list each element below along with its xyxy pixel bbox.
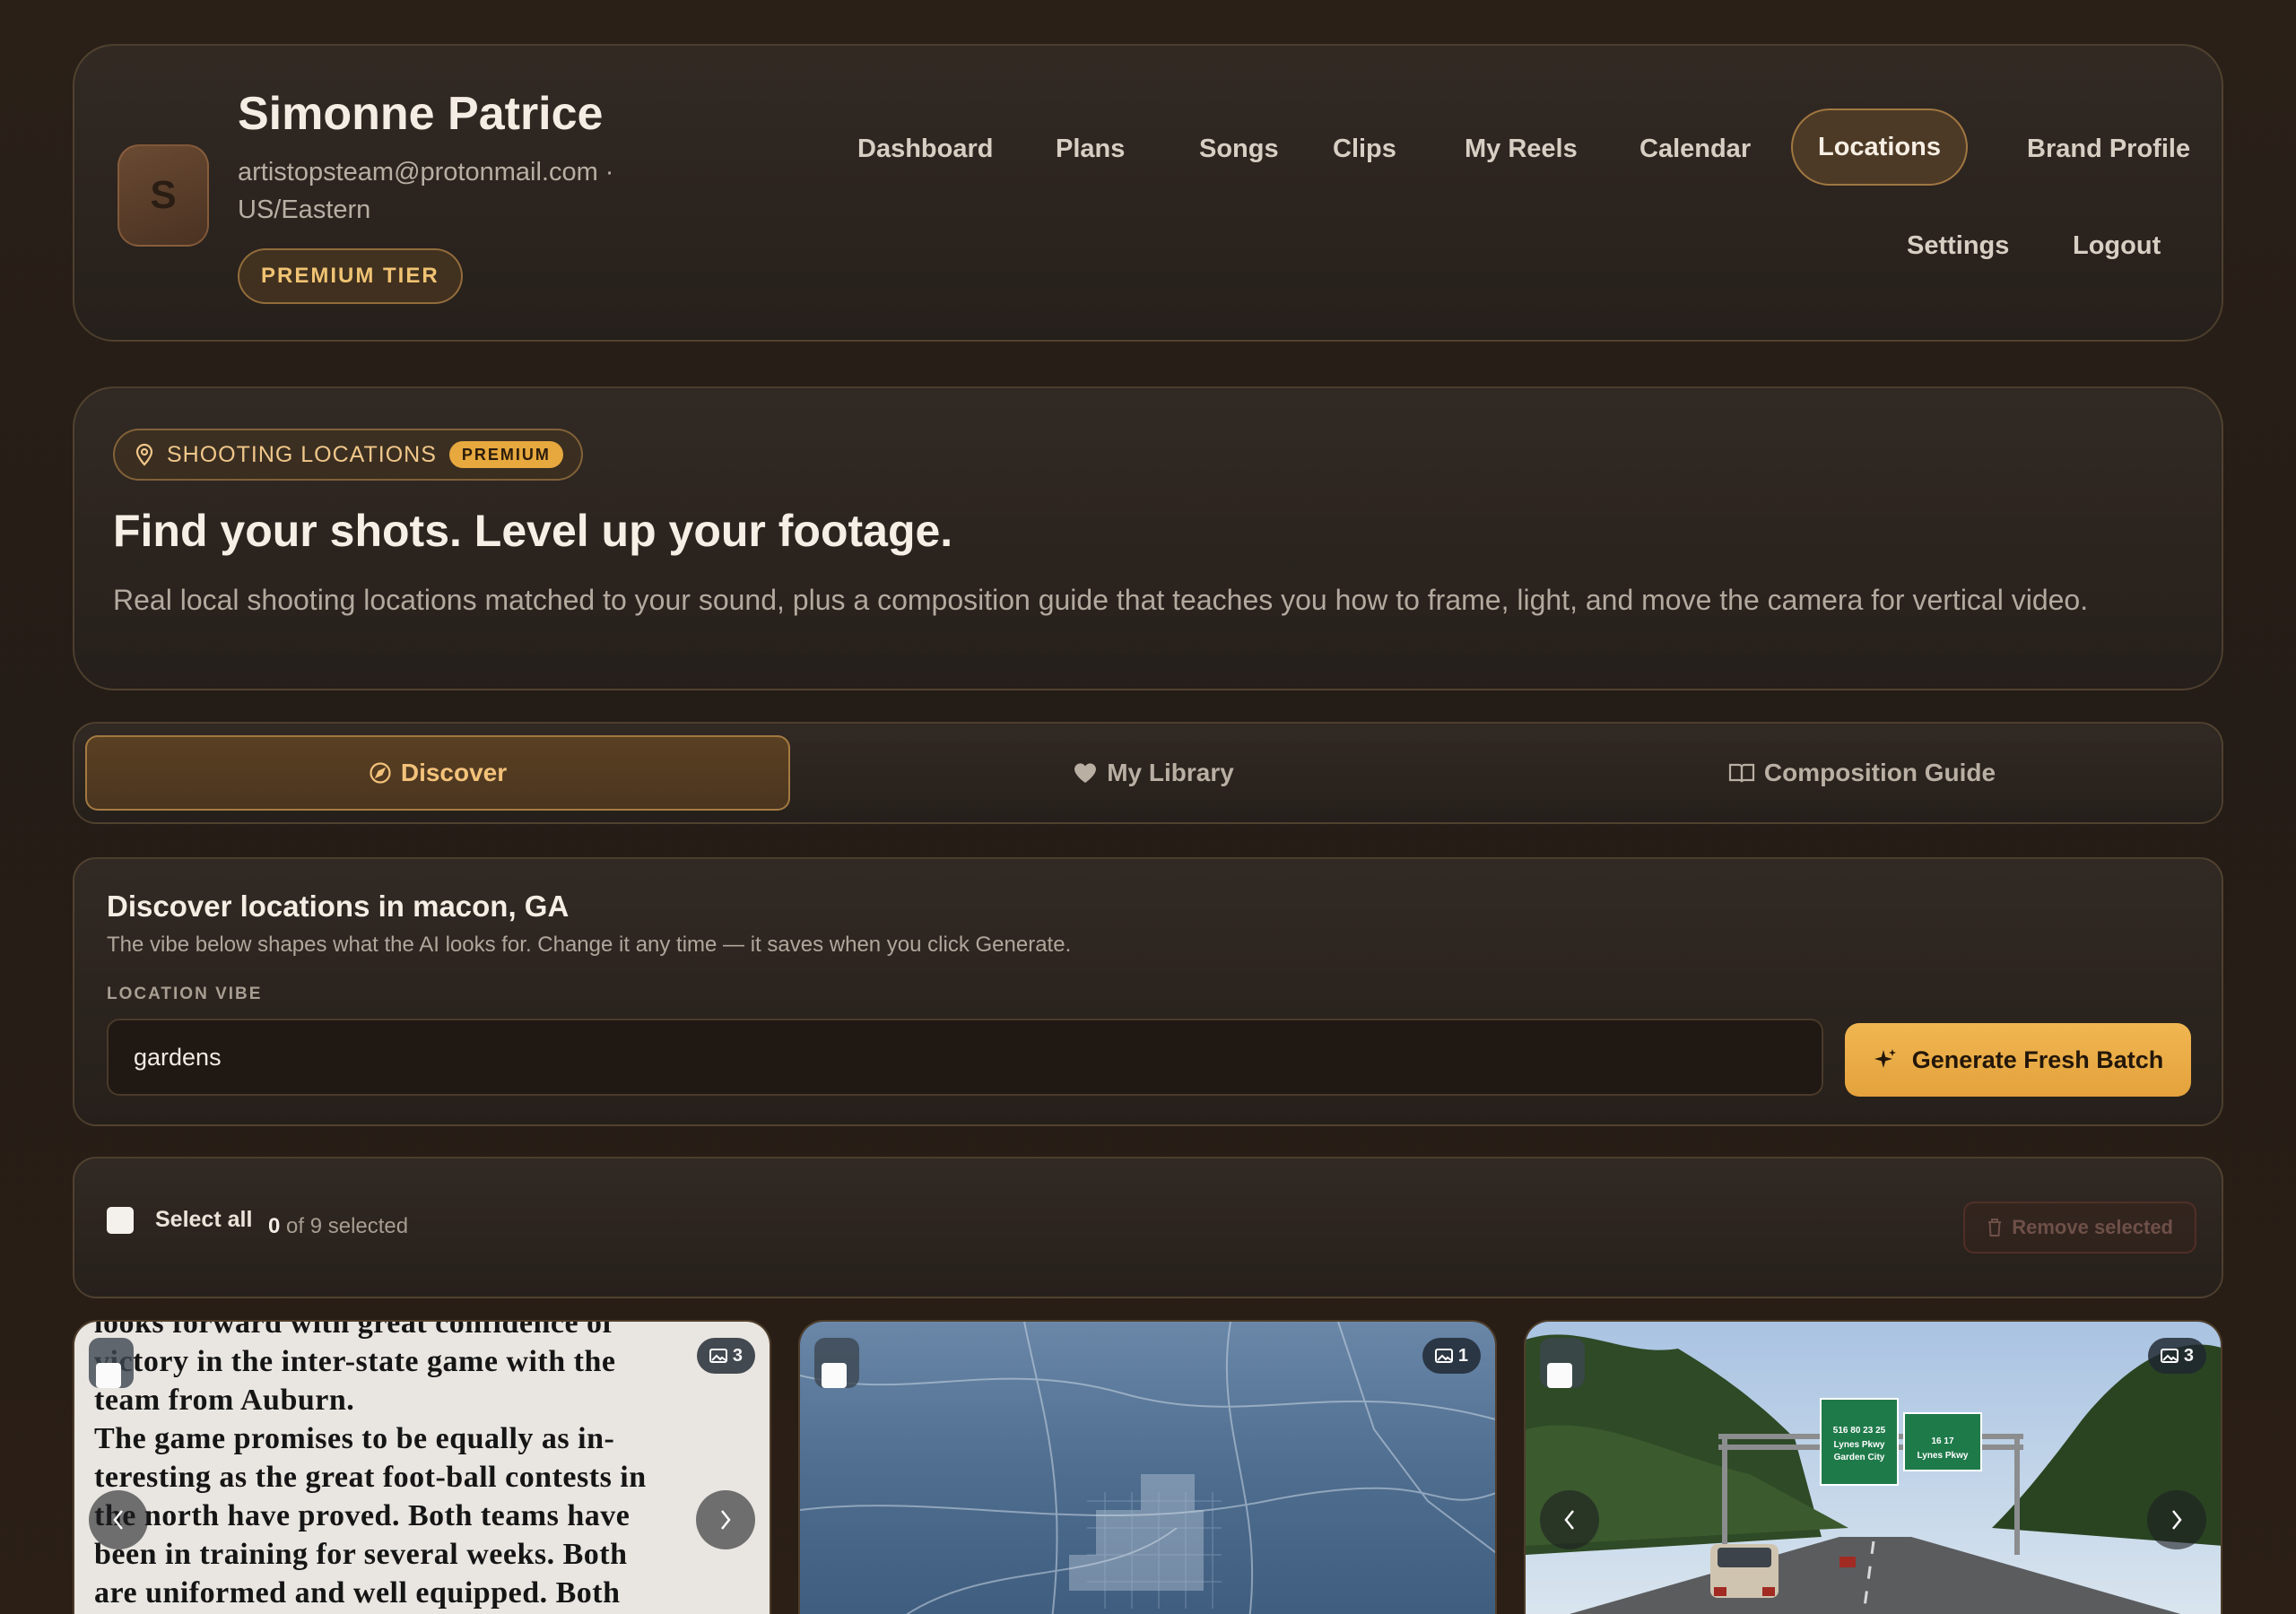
- sign-destination: Garden City: [1834, 1453, 1885, 1462]
- tab-bar: Discover My Library Composition Guide: [73, 722, 2223, 824]
- location-card[interactable]: looks forward with great confidence of v…: [73, 1320, 771, 1614]
- chevron-left-icon[interactable]: [1540, 1490, 1599, 1549]
- chip-label: SHOOTING LOCATIONS: [167, 441, 437, 467]
- chevron-left-icon[interactable]: [89, 1490, 148, 1549]
- newspaper-line: been in training for several weeks. Both: [94, 1538, 628, 1571]
- sparkle-icon: [1873, 1047, 1898, 1072]
- tier-badge: PREMIUM TIER: [238, 248, 463, 304]
- discover-subtitle: The vibe below shapes what the AI looks …: [107, 933, 1072, 957]
- location-vibe-input[interactable]: [107, 1019, 1823, 1096]
- newspaper-line: victory in the inter-state game with the: [94, 1345, 616, 1378]
- sign-route-numbers: 516 80 23 25: [1833, 1426, 1886, 1436]
- sign-route-numbers: 16 17: [1931, 1436, 1953, 1446]
- tab-my-library[interactable]: My Library: [801, 735, 1506, 811]
- newspaper-line: teresting as the great foot-ball contest…: [94, 1461, 647, 1494]
- page-description: Real local shooting locations matched to…: [113, 584, 2089, 616]
- sign-destination: Lynes Pkwy: [1834, 1440, 1885, 1450]
- nav-logout[interactable]: Logout: [2048, 207, 2186, 284]
- photo-count-badge: 3: [2147, 1338, 2206, 1374]
- discover-panel: Discover locations in macon, GA The vibe…: [73, 857, 2223, 1126]
- user-timezone: US/Eastern: [238, 195, 371, 224]
- photo-count-badge: 1: [1422, 1338, 1481, 1374]
- tab-composition-guide[interactable]: Composition Guide: [1509, 735, 2214, 811]
- nav-clips[interactable]: Clips: [1308, 110, 1422, 187]
- shooting-locations-chip: SHOOTING LOCATIONS PREMIUM: [113, 429, 583, 481]
- generate-label: Generate Fresh Batch: [1911, 1046, 2164, 1073]
- photo-count: 3: [732, 1345, 743, 1366]
- sign-destination: Lynes Pkwy: [1918, 1451, 1969, 1461]
- discover-title: Discover locations in macon, GA: [107, 889, 570, 923]
- location-card[interactable]: 516 80 23 25 Lynes Pkwy Garden City 16 1…: [1524, 1320, 2222, 1614]
- nav-dashboard[interactable]: Dashboard: [832, 110, 1018, 187]
- photo-count-badge: 3: [696, 1338, 755, 1374]
- newspaper-line: the north have proved. Both teams have: [94, 1499, 631, 1532]
- nav-settings[interactable]: Settings: [1882, 207, 2034, 284]
- newspaper-line: The game promises to be equally as in-: [94, 1422, 615, 1455]
- image-icon: [2160, 1349, 2179, 1363]
- image-icon: [709, 1349, 727, 1363]
- select-all-checkbox[interactable]: [107, 1207, 134, 1234]
- profile-header: S Simonne Patrice artistopsteam@protonma…: [73, 44, 2223, 342]
- remove-selected-button[interactable]: Remove selected: [1963, 1202, 2196, 1254]
- location-vibe-label: LOCATION VIBE: [107, 985, 263, 1003]
- premium-badge: PREMIUM: [448, 441, 563, 468]
- tab-library-label: My Library: [1107, 759, 1234, 786]
- selected-count-suffix: of 9 selected: [286, 1214, 409, 1238]
- nav-my-reels[interactable]: My Reels: [1439, 110, 1603, 187]
- trash-icon: [1987, 1218, 2003, 1237]
- nav-plans[interactable]: Plans: [1031, 110, 1150, 187]
- location-card[interactable]: 1: [798, 1320, 1497, 1614]
- user-meta: artistopsteam@protonmail.com · US/Easter…: [238, 153, 632, 229]
- remove-selected-label: Remove selected: [2012, 1216, 2173, 1238]
- tab-discover-label: Discover: [400, 759, 508, 786]
- selection-bar: Select all 0 of 9 selected Remove select…: [73, 1157, 2223, 1298]
- image-icon: [1434, 1349, 1453, 1363]
- user-email: artistopsteam@protonmail.com ·: [238, 158, 614, 187]
- card-select-checkbox[interactable]: [1540, 1338, 1585, 1388]
- aerial-city-image: [800, 1322, 1495, 1614]
- nav-locations[interactable]: Locations: [1791, 108, 1968, 186]
- tab-guide-label: Composition Guide: [1763, 759, 1996, 786]
- avatar[interactable]: S: [117, 144, 209, 247]
- photo-count: 3: [2183, 1345, 2194, 1366]
- book-open-icon: [1728, 761, 1755, 785]
- map-pin-icon: [135, 443, 154, 466]
- hero-section: SHOOTING LOCATIONS PREMIUM Find your sho…: [73, 386, 2223, 690]
- newspaper-line: team from Auburn.: [94, 1384, 355, 1417]
- card-select-checkbox[interactable]: [89, 1338, 134, 1388]
- chevron-right-icon[interactable]: [696, 1490, 755, 1549]
- nav-calendar[interactable]: Calendar: [1614, 110, 1776, 187]
- chevron-right-icon[interactable]: [2147, 1490, 2206, 1549]
- select-all-label[interactable]: Select all: [155, 1207, 252, 1233]
- newspaper-clipping-image: looks forward with great confidence of v…: [74, 1322, 770, 1614]
- newspaper-line: looks forward with great confidence of: [94, 1320, 613, 1340]
- newspaper-line: are uniformed and well equipped. Both: [94, 1576, 621, 1610]
- heart-icon: [1073, 761, 1098, 785]
- nav-songs[interactable]: Songs: [1174, 110, 1304, 187]
- photo-count: 1: [1457, 1345, 1468, 1366]
- tab-discover[interactable]: Discover: [85, 735, 790, 811]
- selected-count-number: 0: [268, 1214, 281, 1238]
- compass-icon: [369, 761, 392, 785]
- generate-fresh-batch-button[interactable]: Generate Fresh Batch: [1845, 1023, 2191, 1097]
- page-title: Find your shots. Level up your footage.: [113, 506, 953, 556]
- card-select-checkbox[interactable]: [814, 1338, 859, 1388]
- user-name: Simonne Patrice: [238, 88, 604, 140]
- nav-brand-profile[interactable]: Brand Profile: [2002, 110, 2215, 187]
- highway-image: 516 80 23 25 Lynes Pkwy Garden City 16 1…: [1526, 1322, 2221, 1614]
- selected-count: 0 of 9 selected: [268, 1214, 408, 1239]
